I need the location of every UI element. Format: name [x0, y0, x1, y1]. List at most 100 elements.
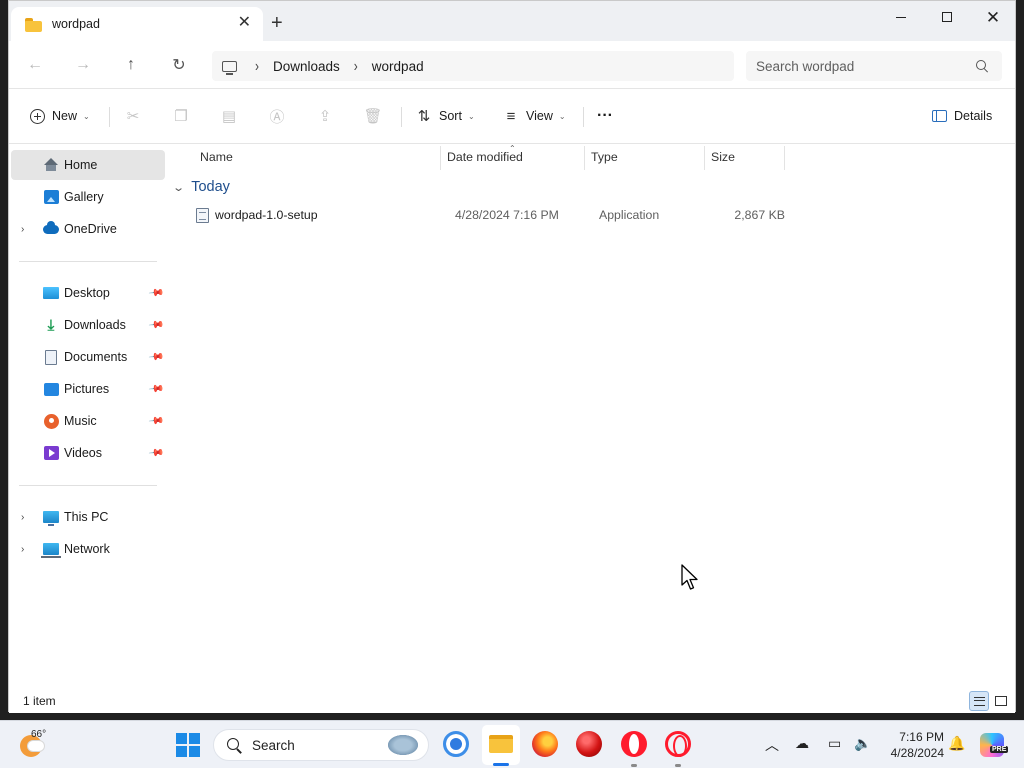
- navigation-bar: ← → ↑ ↻ › Downloads › wordpad Search wor…: [9, 41, 1015, 89]
- application-file-icon: [196, 207, 209, 223]
- chevron-right-icon[interactable]: ›: [21, 224, 24, 235]
- up-button[interactable]: ↑: [117, 53, 145, 77]
- notification-bell-icon[interactable]: 🔔: [948, 735, 965, 752]
- tiles-view-button[interactable]: [991, 691, 1011, 711]
- delete-button[interactable]: 🗑: [363, 103, 388, 129]
- breadcrumb-downloads[interactable]: Downloads: [273, 59, 340, 74]
- plus-circle-icon: [29, 108, 45, 124]
- close-icon: ✕: [985, 7, 1001, 27]
- share-button[interactable]: ⇪: [317, 103, 340, 129]
- sidebar-divider: [19, 485, 157, 486]
- sidebar-item-documents[interactable]: Documents 📌: [11, 342, 165, 372]
- forward-button[interactable]: →: [69, 53, 97, 77]
- sidebar-item-label: Pictures: [64, 382, 110, 396]
- sidebar-item-label: OneDrive: [64, 222, 117, 236]
- sidebar-item-label: Gallery: [64, 190, 104, 204]
- details-view-button[interactable]: [969, 691, 989, 711]
- sort-icon: ⇅: [417, 108, 431, 125]
- details-view-icon: [973, 696, 985, 706]
- search-icon: [974, 58, 990, 74]
- show-hidden-icons-button[interactable]: ︿: [765, 735, 779, 755]
- column-header-date-modified[interactable]: Date modified: [440, 144, 584, 170]
- clock[interactable]: 7:16 PM 4/28/2024: [880, 729, 944, 761]
- file-size: 2,867 KB: [734, 208, 785, 222]
- file-list: Name ⌃ Date modified Type Size ⌄ Today w…: [165, 144, 1015, 689]
- see-more-button[interactable]: ···: [597, 103, 613, 129]
- back-button[interactable]: ←: [21, 53, 49, 77]
- chevron-right-icon[interactable]: ›: [21, 544, 24, 555]
- toolbar-divider: [583, 107, 584, 127]
- temperature: 66°: [31, 729, 47, 740]
- onedrive-tray-icon[interactable]: ☁: [795, 735, 809, 752]
- paste-button[interactable]: ▤: [221, 103, 244, 129]
- command-bar: New ⌄ ✂ ❐ ▤ Ⓐ ⇪ 🗑 ⇅ Sort ⌄ ≡ View ⌄ ··· …: [9, 89, 1015, 144]
- sidebar-item-home[interactable]: Home: [11, 150, 165, 180]
- column-divider[interactable]: [784, 146, 785, 170]
- group-header-today[interactable]: ⌄ Today: [172, 179, 230, 195]
- view-button[interactable]: ≡ View ⌄: [503, 103, 566, 129]
- start-button[interactable]: [176, 733, 200, 757]
- opera-gx-app-icon[interactable]: [665, 731, 691, 757]
- sidebar-item-gallery[interactable]: Gallery: [11, 182, 165, 212]
- new-label: New: [52, 109, 78, 123]
- table-row[interactable]: wordpad-1.0-setup 4/28/2024 7:16 PM Appl…: [185, 202, 793, 228]
- sort-label: Sort: [439, 109, 462, 123]
- pin-icon: 📌: [147, 412, 165, 430]
- sort-button[interactable]: ⇅ Sort ⌄: [416, 103, 475, 129]
- refresh-button[interactable]: ↻: [165, 53, 193, 77]
- onedrive-icon: [43, 220, 59, 237]
- sidebar-item-videos[interactable]: Videos 📌: [11, 438, 165, 468]
- copilot-icon[interactable]: [980, 733, 1004, 757]
- details-label: Details: [954, 109, 993, 123]
- documents-icon: [43, 349, 59, 365]
- pin-icon: 📌: [147, 380, 165, 398]
- chrome-app-icon[interactable]: [443, 731, 469, 757]
- new-button[interactable]: New ⌄: [29, 103, 90, 129]
- details-pane-button[interactable]: Details: [931, 103, 992, 129]
- taskbar-search-label: Search: [252, 737, 295, 753]
- column-header-name[interactable]: Name: [193, 144, 441, 170]
- sidebar-item-this-pc[interactable]: › This PC: [11, 502, 165, 532]
- sound-icon[interactable]: 🔈: [854, 735, 871, 752]
- group-label: Today: [191, 179, 230, 195]
- new-tab-button[interactable]: +: [271, 13, 283, 33]
- red-ball-app-icon[interactable]: [576, 731, 602, 757]
- address-bar[interactable]: › Downloads › wordpad: [212, 51, 734, 81]
- column-header-size[interactable]: Size: [704, 144, 784, 170]
- taskbar-search[interactable]: Search: [213, 729, 429, 761]
- pin-icon: 📌: [147, 444, 165, 462]
- breadcrumb-wordpad[interactable]: wordpad: [372, 59, 424, 74]
- copy-button[interactable]: ❐: [173, 103, 196, 129]
- sidebar-item-onedrive[interactable]: › OneDrive: [11, 214, 165, 244]
- sidebar-item-network[interactable]: › Network: [11, 534, 165, 564]
- tab-close-icon[interactable]: ✕: [238, 15, 251, 31]
- sidebar-item-desktop[interactable]: Desktop 📌: [11, 278, 165, 308]
- sidebar-item-music[interactable]: Music 📌: [11, 406, 165, 436]
- tiles-view-icon: [995, 696, 1007, 706]
- minimize-button[interactable]: [879, 5, 923, 29]
- column-header-type[interactable]: Type: [584, 144, 704, 170]
- tab-title: wordpad: [52, 17, 100, 31]
- details-pane-icon: [931, 108, 947, 124]
- sidebar-item-label: Desktop: [64, 286, 110, 300]
- status-bar: 1 item: [9, 689, 1015, 713]
- view-icon: ≡: [506, 107, 516, 125]
- firefox-app-icon[interactable]: [532, 731, 558, 757]
- search-box[interactable]: Search wordpad: [746, 51, 1002, 81]
- sidebar-item-pictures[interactable]: Pictures 📌: [11, 374, 165, 404]
- rename-button[interactable]: Ⓐ: [269, 103, 292, 129]
- display-tray-icon[interactable]: ▭: [828, 735, 841, 752]
- file-explorer-app-icon: [489, 735, 513, 753]
- tab-wordpad[interactable]: wordpad ✕: [11, 7, 263, 41]
- breadcrumb-separator-icon: ›: [353, 56, 358, 76]
- maximize-button[interactable]: [925, 5, 969, 29]
- search-input[interactable]: Search wordpad: [756, 59, 974, 74]
- file-date-modified: 4/28/2024 7:16 PM: [455, 208, 559, 222]
- opera-app-icon[interactable]: [621, 731, 647, 757]
- chevron-right-icon[interactable]: ›: [21, 512, 24, 523]
- pin-icon: 📌: [147, 284, 165, 302]
- cut-button[interactable]: ✂: [125, 103, 148, 129]
- close-window-button[interactable]: ✕: [971, 5, 1015, 29]
- sidebar-item-downloads[interactable]: ⤓ Downloads 📌: [11, 310, 165, 340]
- this-pc-icon: [43, 509, 59, 526]
